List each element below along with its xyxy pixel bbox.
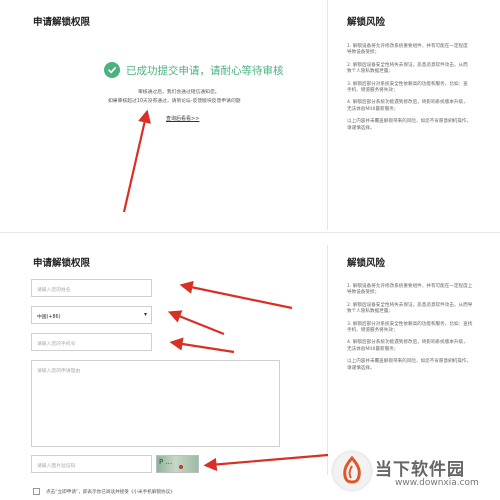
agreement-text[interactable]: 点击“立即申请”，即表示你已阅读并接受《小米手机解锁协议》 <box>46 489 175 495</box>
risk-line: 导致设备受损； <box>347 290 380 296</box>
risk-line: 致个人隐私数据泄露； <box>347 69 393 75</box>
column-divider-bottom <box>327 245 328 475</box>
arrow-to-name <box>179 280 293 310</box>
watermark-logo <box>333 452 371 490</box>
captcha-text: P ... <box>159 458 173 466</box>
captcha-placeholder: 请输入图片验证码 <box>37 464 76 469</box>
captcha-image[interactable]: P ... <box>156 455 199 473</box>
arrow-to-success <box>122 109 151 213</box>
risk-line: 以上内容并未覆盖解锁带来的风险，如您不肯愿意刷机操作， <box>347 359 472 365</box>
risk-list-bottom: 1. 解锁设备将允许修改系统重要组件，并有可能在一定程度上 导致设备受损； 2.… <box>347 284 472 372</box>
country-value: 中国(+86) <box>37 315 61 320</box>
risk-line: 致个人隐私数据泄露； <box>347 309 393 315</box>
phone-placeholder: 请输入您的手机号 <box>37 342 76 347</box>
risk-line: 请谨慎选择。 <box>347 125 375 131</box>
reason-placeholder: 请输入您的申请理由 <box>37 369 81 374</box>
notice-line-1: 审核通过后，我们会通过短信通知您。 <box>138 90 220 95</box>
chevron-down-icon: ▾ <box>143 311 147 318</box>
risk-list-top: 1. 解锁设备将允许修改系统重要组件，并有可能在一定程度 导致设备受损； 2. … <box>347 44 471 132</box>
check-icon <box>104 62 120 78</box>
arrow-to-country <box>167 310 225 336</box>
risk-title-top: 解锁风险 <box>347 17 386 28</box>
agreement-checkbox[interactable] <box>33 488 40 495</box>
risk-line: 请谨慎选择。 <box>347 365 375 371</box>
name-field[interactable]: 请输入您的姓名 <box>31 279 152 297</box>
back-link[interactable]: 查询后看看>> <box>166 115 199 122</box>
section-divider <box>0 232 500 233</box>
watermark-icon <box>343 455 361 484</box>
success-message: 已成功提交申请，请耐心等待审核 <box>126 64 284 77</box>
page-title-top: 申请解锁权限 <box>33 17 91 28</box>
captcha-field[interactable]: 请输入图片验证码 <box>31 455 152 473</box>
phone-field[interactable]: 请输入您的手机号 <box>31 333 152 351</box>
page-title-form: 申请解锁权限 <box>33 258 91 269</box>
risk-line: 4. 解锁后部分系统功能遇到修改后，将影响系统版本升级， <box>347 340 468 346</box>
risk-title-bottom: 解锁风险 <box>347 258 386 269</box>
risk-line: 手机、增值服务将失效； <box>347 328 398 334</box>
risk-line: 导致设备受损； <box>347 50 380 56</box>
country-select[interactable]: 中国(+86) ▾ <box>31 306 152 324</box>
column-divider-top <box>327 0 328 230</box>
success-banner: 已成功提交申请，请耐心等待审核 <box>104 62 284 78</box>
watermark-site: www.downxia.com <box>395 478 479 488</box>
name-placeholder: 请输入您的姓名 <box>37 288 71 293</box>
watermark-brand: 当下软件园 <box>375 460 465 480</box>
risk-line: 无法体验MIUI最新服务； <box>347 106 399 112</box>
notice-line-2: 如果审核超过10天没有通过，请到论坛-反馈版块反馈申请问题 <box>108 99 241 104</box>
arrow-to-captcha <box>203 453 329 472</box>
captcha-mark <box>179 465 183 469</box>
risk-line: 手机、增值服务将失效； <box>347 88 398 94</box>
risk-line: 以上内容并未覆盖解锁带来的风险，如您不肯愿意刷机操作， <box>347 119 472 125</box>
arrow-to-phone <box>169 337 235 354</box>
risk-line: 4. 解锁后部分系统功能遇到修改后，将影响系统版本升级， <box>347 100 468 106</box>
risk-line: 无法体验MIUI最新服务； <box>347 346 399 352</box>
reason-textarea[interactable]: 请输入您的申请理由 <box>31 360 280 447</box>
